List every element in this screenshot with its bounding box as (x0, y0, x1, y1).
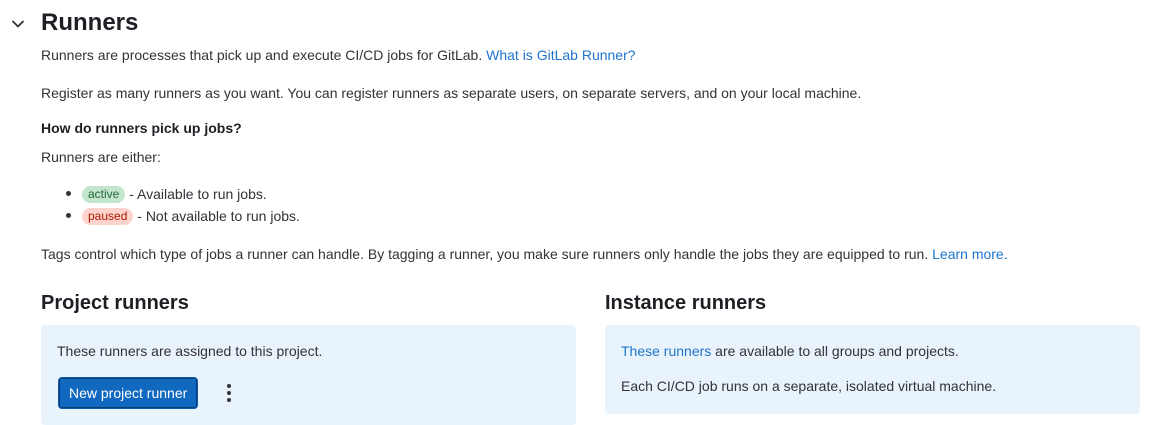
paused-badge: paused (82, 208, 134, 225)
description-text: Runners are processes that pick up and e… (41, 47, 487, 63)
ellipsis-v-icon[interactable] (217, 381, 241, 405)
project-runners-title: Project runners (41, 292, 189, 314)
instance-runners-description: are available to all groups and projects… (711, 343, 959, 359)
tags-text: Tags control which type of jobs a runner… (41, 244, 1008, 264)
project-runners-text: These runners are assigned to this proje… (57, 343, 323, 359)
section-description: Runners are processes that pick up and e… (41, 45, 636, 65)
state-description: - Not available to run jobs. (133, 208, 300, 224)
chevron-down-icon[interactable] (10, 16, 26, 32)
project-runners-panel: These runners are assigned to this proje… (41, 325, 576, 425)
runner-states-list: active - Available to run jobs. paused -… (41, 183, 300, 227)
state-description: - Available to run jobs. (125, 186, 267, 202)
learn-more-link[interactable]: Learn more. (932, 246, 1007, 262)
tags-description: Tags control which type of jobs a runner… (41, 246, 933, 262)
list-item: paused - Not available to run jobs. (41, 205, 300, 227)
instance-runners-note: Each CI/CD job runs on a separate, isola… (621, 378, 997, 394)
list-item: active - Available to run jobs. (41, 183, 300, 205)
howto-heading: How do runners pick up jobs? (41, 120, 242, 136)
instance-runners-text: These runners are available to all group… (621, 341, 1124, 361)
new-project-runner-button[interactable]: New project runner (58, 377, 199, 409)
instance-runners-title: Instance runners (605, 292, 767, 314)
what-is-runner-link[interactable]: What is GitLab Runner? (486, 47, 635, 63)
instance-runners-panel: These runners are available to all group… (605, 325, 1140, 414)
either-text: Runners are either: (41, 149, 161, 165)
register-text: Register as many runners as you want. Yo… (41, 85, 862, 101)
runners-settings-page: Runners Runners are processes that pick … (0, 0, 1151, 425)
section-title: Runners (41, 9, 139, 36)
active-badge: active (82, 186, 126, 203)
these-runners-link[interactable]: These runners (621, 343, 711, 359)
